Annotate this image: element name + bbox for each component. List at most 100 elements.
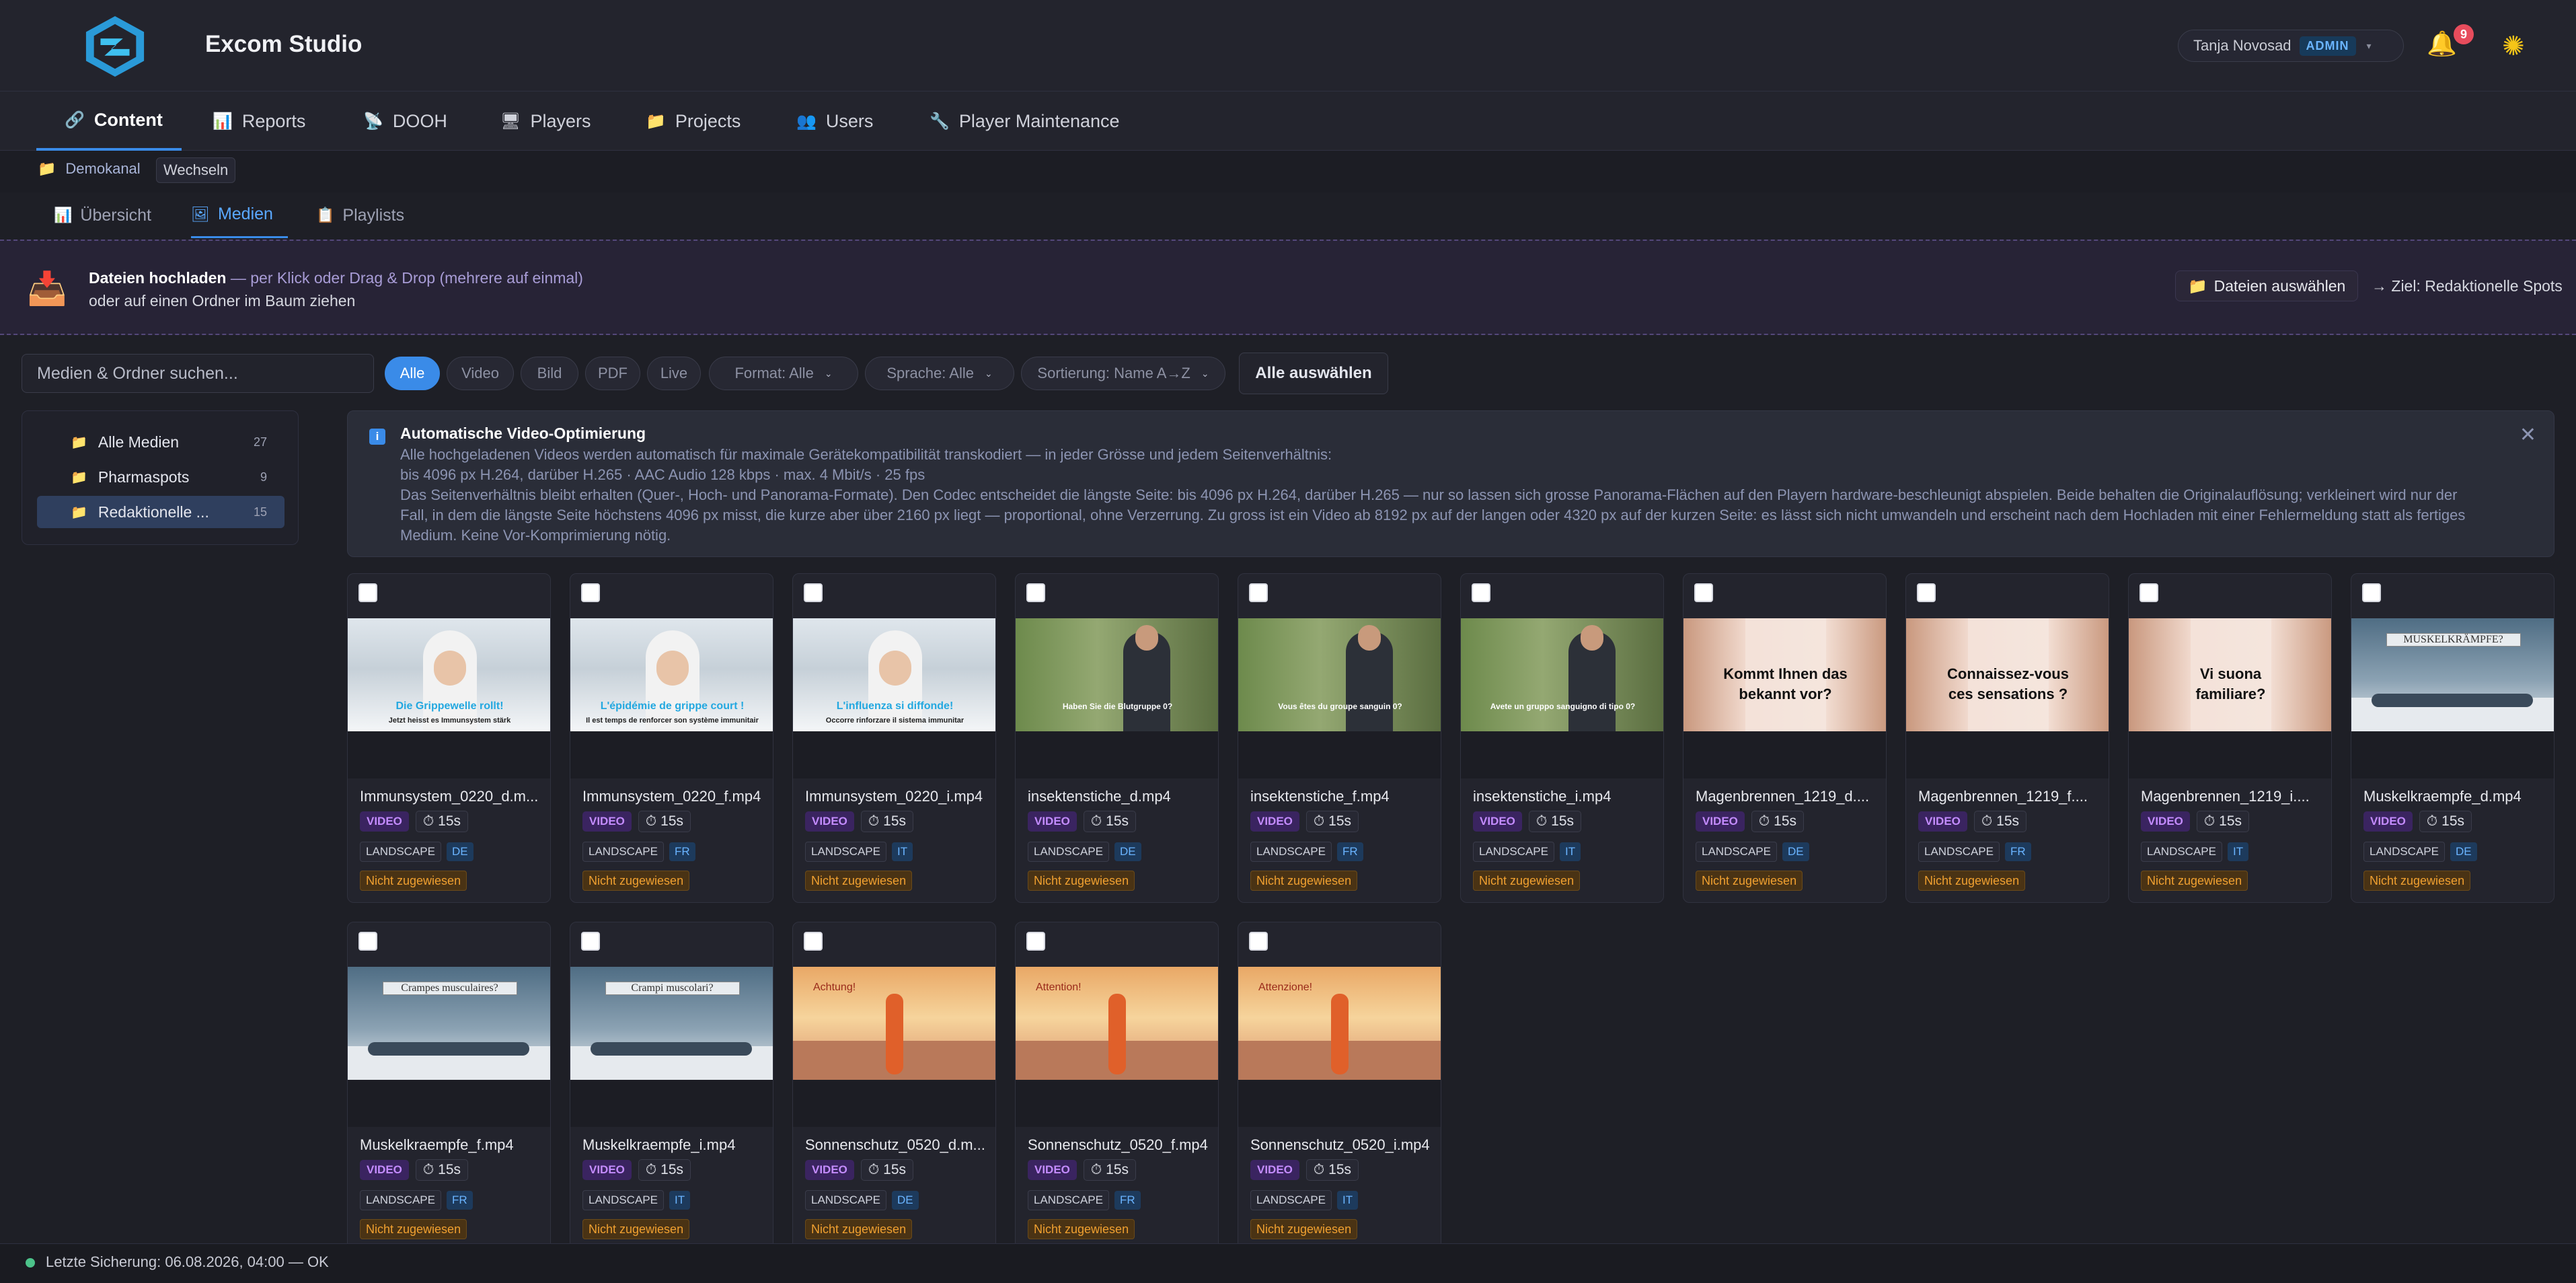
media-select-checkbox[interactable] <box>804 932 823 951</box>
tab-media[interactable]: 🖼 Medien <box>191 192 288 238</box>
duration-badge: ⏱ 15s <box>1083 1159 1136 1181</box>
tab-reports[interactable]: 📊 Reports <box>213 91 305 151</box>
media-type-badge: VIDEO <box>2363 811 2413 832</box>
media-thumbnail[interactable]: Connaissez-vous ces sensations ? <box>1906 618 2109 778</box>
tab-content[interactable]: 🔗 Content <box>36 91 182 151</box>
user-menu[interactable]: Tanja Novosad ADMIN ▾ <box>2178 30 2404 62</box>
media-thumbnail[interactable]: Vi suona familiare? <box>2129 618 2331 778</box>
orientation-badge: LANDSCAPE <box>1696 842 1777 862</box>
folder-count: 9 <box>260 470 267 484</box>
filter-chip-pdf[interactable]: PDF <box>585 357 640 390</box>
media-card[interactable]: Die Grippewelle rollt! Jetzt heisst es I… <box>347 573 551 903</box>
media-select-checkbox[interactable] <box>2362 583 2381 602</box>
media-select-checkbox[interactable] <box>1472 583 1490 602</box>
tab-playlists[interactable]: 📋 Playlists <box>316 192 404 238</box>
notification-count-badge: 9 <box>2454 24 2474 44</box>
tab-label: Übersicht <box>80 205 151 225</box>
media-thumbnail[interactable]: L'influenza si diffonde! Occorre rinforz… <box>793 618 995 778</box>
duration-badge: ⏱ 15s <box>415 1159 468 1181</box>
media-thumbnail[interactable]: Kommt Ihnen das bekannt vor? <box>1683 618 1886 778</box>
media-card[interactable]: Achtung! Sonnenschutz_0520_d.m... VIDEO … <box>792 922 996 1251</box>
media-select-checkbox[interactable] <box>1917 583 1936 602</box>
media-card[interactable]: Attention! Sonnenschutz_0520_f.mp4 VIDEO… <box>1015 922 1219 1251</box>
assignment-status-badge: Nicht zugewiesen <box>582 871 690 891</box>
media-card[interactable]: Vi suona familiare? Magenbrennen_1219_i.… <box>2128 573 2332 903</box>
media-card[interactable]: MUSKELKRÄMPFE? Muskelkraempfe_d.mp4 VIDE… <box>2351 573 2554 903</box>
language-badge: IT <box>669 1191 691 1210</box>
search-input[interactable]: Medien & Ordner suchen... <box>22 354 374 393</box>
thumbnail-caption: Haben Sie die Blutgruppe 0? <box>1062 702 1173 711</box>
sun-icon[interactable]: ✺ <box>2502 31 2525 62</box>
media-thumbnail[interactable]: Die Grippewelle rollt! Jetzt heisst es I… <box>348 618 550 778</box>
tab-overview[interactable]: 📊 Übersicht <box>54 192 151 238</box>
media-card[interactable]: Attenzione! Sonnenschutz_0520_i.mp4 VIDE… <box>1238 922 1441 1251</box>
media-card[interactable]: Avete un gruppo sanguigno di tipo 0? ins… <box>1460 573 1664 903</box>
select-all-button[interactable]: Alle auswählen <box>1239 353 1388 394</box>
thumbnail-caption: Die Grippewelle rollt! <box>395 700 504 712</box>
media-thumbnail[interactable]: Vous êtes du groupe sanguin 0? <box>1238 618 1441 778</box>
folder-item-redaktionelle[interactable]: 📁 Redaktionelle ... 15 <box>37 496 285 528</box>
folder-item-all-media[interactable]: 📁 Alle Medien 27 <box>37 426 285 458</box>
upload-dropzone[interactable]: 📥 Dateien hochladen — per Klick oder Dra… <box>0 240 2576 335</box>
media-select-checkbox[interactable] <box>1026 583 1045 602</box>
media-card[interactable]: L'influenza si diffonde! Occorre rinforz… <box>792 573 996 903</box>
filter-chip-all[interactable]: Alle <box>385 357 440 390</box>
media-thumbnail[interactable]: Haben Sie die Blutgruppe 0? <box>1016 618 1218 778</box>
sort-select[interactable]: Sortierung: Name A→Z ⌄ <box>1021 357 1225 390</box>
clock-icon: ⏱ <box>1758 813 1770 829</box>
tab-players[interactable]: 🖥 Players <box>500 91 591 151</box>
language-badge: FR <box>1114 1191 1141 1210</box>
media-card[interactable]: Vous êtes du groupe sanguin 0? insektens… <box>1238 573 1441 903</box>
channel-breadcrumb[interactable]: 📁 Demokanal <box>38 160 141 178</box>
media-card[interactable]: Connaissez-vous ces sensations ? Magenbr… <box>1905 573 2109 903</box>
duration-badge: ⏱ 15s <box>1751 811 1804 832</box>
channel-name: Demokanal <box>65 160 141 177</box>
language-select[interactable]: Sprache: Alle ⌄ <box>865 357 1014 390</box>
media-select-checkbox[interactable] <box>358 583 377 602</box>
media-select-checkbox[interactable] <box>1694 583 1713 602</box>
tab-dooh[interactable]: 📡 DOOH <box>363 91 447 151</box>
info-line: Fall, in dem die längste Seite höchstens… <box>400 507 2466 523</box>
media-thumbnail[interactable]: L'épidémie de grippe court ! Il est temp… <box>570 618 773 778</box>
tab-users[interactable]: 👥 Users <box>796 91 873 151</box>
filter-chip-video[interactable]: Video <box>447 357 514 390</box>
media-thumbnail[interactable]: Attention! <box>1016 967 1218 1127</box>
media-select-checkbox[interactable] <box>1249 583 1268 602</box>
media-select-checkbox[interactable] <box>358 932 377 951</box>
tab-projects[interactable]: 📁 Projects <box>646 91 741 151</box>
media-card[interactable]: L'épidémie de grippe court ! Il est temp… <box>570 573 773 903</box>
filter-chip-image[interactable]: Bild <box>521 357 578 390</box>
thumbnail-image: Crampi muscolari? <box>570 967 773 1080</box>
tab-player-maintenance[interactable]: 🔧 Player Maintenance <box>930 91 1120 151</box>
filter-chip-live[interactable]: Live <box>647 357 701 390</box>
folder-item-pharmaspots[interactable]: 📁 Pharmaspots 9 <box>37 461 285 493</box>
media-thumbnail[interactable]: Avete un gruppo sanguigno di tipo 0? <box>1461 618 1663 778</box>
media-select-checkbox[interactable] <box>804 583 823 602</box>
media-select-checkbox[interactable] <box>1026 932 1045 951</box>
close-icon[interactable]: ✕ <box>2520 423 2536 447</box>
format-select[interactable]: Format: Alle ⌄ <box>709 357 858 390</box>
media-select-checkbox[interactable] <box>1249 932 1268 951</box>
media-thumbnail[interactable]: Crampes musculaires? <box>348 967 550 1127</box>
assignment-status-badge: Nicht zugewiesen <box>1028 1219 1135 1239</box>
media-thumbnail[interactable]: MUSKELKRÄMPFE? <box>2351 618 2554 778</box>
media-card[interactable]: Crampes musculaires? Muskelkraempfe_f.mp… <box>347 922 551 1251</box>
switch-channel-button[interactable]: Wechseln <box>156 157 236 183</box>
duration-value: 15s <box>1328 1162 1351 1177</box>
clock-icon: ⏱ <box>1090 1162 1102 1177</box>
thumbnail-caption: Achtung! <box>813 982 856 993</box>
upload-title-text: Dateien hochladen <box>89 269 227 287</box>
language-select-value: Sprache: Alle <box>886 365 974 381</box>
breadcrumb: 📁 Demokanal Wechseln <box>0 151 2576 192</box>
media-thumbnail[interactable]: Attenzione! <box>1238 967 1441 1127</box>
media-select-checkbox[interactable] <box>2139 583 2158 602</box>
select-files-button[interactable]: 📁 Dateien auswählen <box>2175 270 2359 301</box>
excom-logo-icon[interactable] <box>82 15 148 78</box>
media-thumbnail[interactable]: Achtung! <box>793 967 995 1127</box>
media-card[interactable]: Kommt Ihnen das bekannt vor? Magenbrenne… <box>1683 573 1887 903</box>
media-card[interactable]: Crampi muscolari? Muskelkraempfe_i.mp4 V… <box>570 922 773 1251</box>
media-thumbnail[interactable]: Crampi muscolari? <box>570 967 773 1127</box>
media-card[interactable]: Haben Sie die Blutgruppe 0? insektenstic… <box>1015 573 1219 903</box>
media-select-checkbox[interactable] <box>581 583 600 602</box>
media-select-checkbox[interactable] <box>581 932 600 951</box>
